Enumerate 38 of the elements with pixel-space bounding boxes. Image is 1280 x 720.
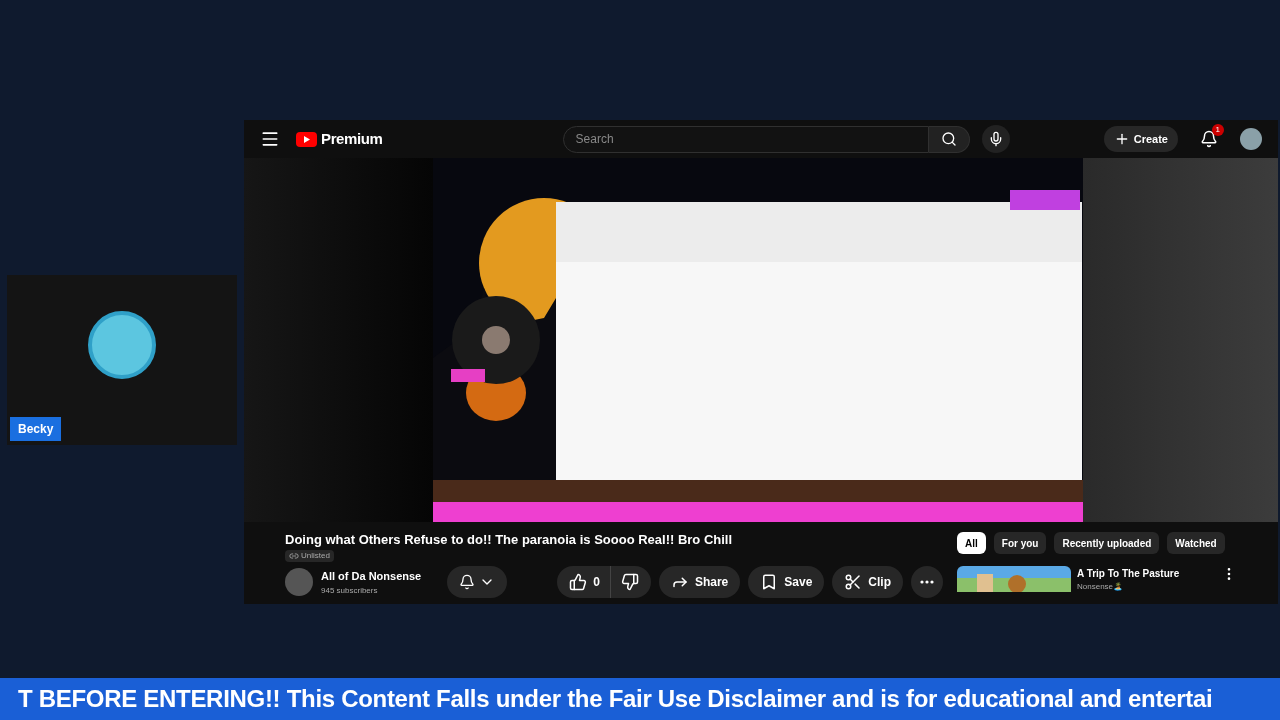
thumbs-up-icon <box>569 573 588 592</box>
dislike-button[interactable] <box>610 566 651 599</box>
subscriber-count: 945 subscribers <box>321 584 379 597</box>
create-button[interactable]: Create <box>1103 126 1178 152</box>
subscribe-bell-button[interactable] <box>447 566 507 599</box>
channel-name[interactable]: All of Da Nonsense <box>321 568 431 585</box>
link-icon <box>289 551 299 562</box>
filter-chip[interactable]: All <box>957 532 986 554</box>
filter-chip[interactable]: For you <box>993 532 1047 554</box>
scissors-icon <box>844 573 863 592</box>
filter-chip[interactable]: Recently uploaded <box>1054 532 1160 554</box>
recommended-video-title[interactable]: A Trip To The Pasture <box>1077 566 1221 581</box>
search-icon <box>940 131 957 147</box>
filter-chip[interactable]: Watched <box>1167 532 1225 554</box>
mic-button[interactable] <box>981 125 1010 153</box>
channel-avatar[interactable] <box>285 568 313 597</box>
youtube-logo-icon <box>296 131 317 147</box>
menu-icon <box>260 129 280 149</box>
more-icon <box>920 580 934 585</box>
search-field[interactable]: Search <box>562 125 929 153</box>
video-title: Doing what Others Refuse to do!! The paranoia is Soooo Real!! Bro Chill <box>285 532 734 549</box>
clip-button[interactable]: Clip <box>832 566 903 599</box>
notification-count: 1 <box>1211 124 1224 136</box>
ticker-text: T BEFORE ENTERING!! This Content Falls under the Fair Use Disclaimer and is for educational and entertai <box>17 684 1213 714</box>
thumbs-down-icon <box>620 573 639 592</box>
share-button[interactable]: Share <box>658 566 741 599</box>
user-avatar[interactable] <box>1240 128 1262 150</box>
visibility-badge: Unlisted <box>285 550 334 563</box>
like-button[interactable]: 0 <box>557 566 611 599</box>
menu-button[interactable] <box>260 129 280 149</box>
bell-icon <box>459 574 475 591</box>
recommended-channel: Nonsense🏝 <box>1077 581 1125 592</box>
search-button[interactable] <box>928 125 970 153</box>
brand-name: Premium <box>321 128 383 149</box>
guest-name-tag: Becky <box>10 417 62 441</box>
notifications-button[interactable]: 1 <box>1194 124 1224 154</box>
save-button[interactable]: Save <box>748 566 825 599</box>
bell-icon <box>1200 130 1218 148</box>
